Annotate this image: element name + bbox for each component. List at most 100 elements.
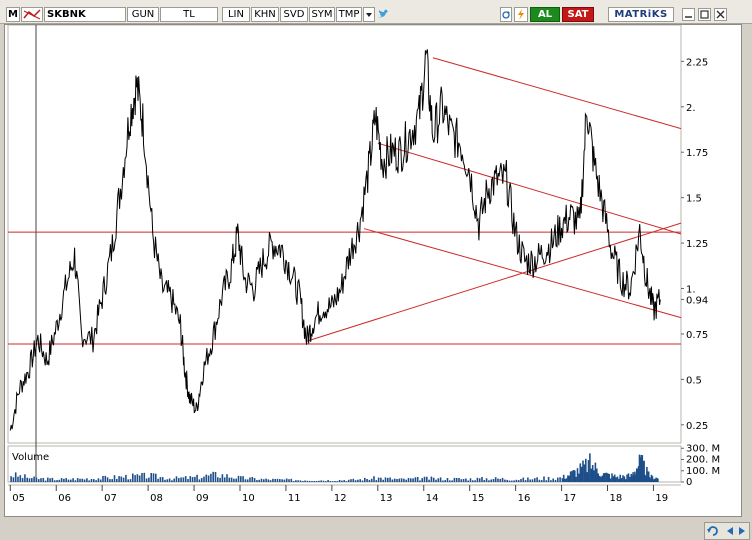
volume-bar xyxy=(33,476,35,482)
scroll-left-icon[interactable] xyxy=(727,527,733,535)
time-tick-label: 12 xyxy=(334,493,347,504)
volume-bar xyxy=(226,474,228,482)
volume-bar xyxy=(304,480,306,482)
khn-button[interactable]: KHN xyxy=(251,7,279,22)
zoom-control[interactable] xyxy=(704,522,750,540)
volume-bar xyxy=(497,478,499,482)
volume-bar xyxy=(159,477,162,482)
volume-bar xyxy=(467,480,469,482)
symbol-field[interactable]: SKBNK xyxy=(44,7,126,22)
price-chart[interactable]: 2.252.1.751.51.251.0.940.750.50.25 05 06 0… xyxy=(5,25,743,518)
volume-bar xyxy=(228,477,231,482)
volume-bar xyxy=(308,480,311,482)
volume-bar xyxy=(393,478,396,482)
volume-bar xyxy=(99,479,102,482)
volume-bar xyxy=(173,478,175,482)
tmp-button[interactable]: TMP xyxy=(336,7,362,22)
time-tick-label: 13 xyxy=(380,493,393,504)
scroll-right-icon[interactable] xyxy=(739,527,745,535)
volume-bar xyxy=(341,480,343,482)
lightning-icon[interactable] xyxy=(514,7,528,22)
volume-bar xyxy=(24,474,26,482)
lin-scale-button[interactable]: LIN xyxy=(222,7,250,22)
volume-bar xyxy=(143,472,146,482)
volume-bar xyxy=(212,471,214,482)
time-tick-label: 15 xyxy=(472,493,485,504)
refresh-icon[interactable] xyxy=(500,7,512,22)
time-tick-label: 19 xyxy=(655,493,668,504)
close-icon[interactable] xyxy=(714,8,727,21)
minimize-icon[interactable] xyxy=(682,8,695,21)
volume-bar xyxy=(237,475,240,482)
buy-button[interactable]: AL xyxy=(530,7,560,22)
volume-bar xyxy=(17,476,19,482)
volume-bar xyxy=(120,476,123,482)
volume-bar xyxy=(396,479,398,482)
volume-bar xyxy=(611,473,613,482)
volume-bar xyxy=(187,479,189,482)
volume-bar xyxy=(129,479,132,482)
volume-bar xyxy=(387,477,389,482)
volume-bar xyxy=(472,480,474,482)
volume-bar xyxy=(347,479,350,482)
volume-bar xyxy=(540,480,543,482)
volume-bar xyxy=(136,474,139,482)
chart-frame[interactable]: 2.25 2. 1.75 1.5 1.25 1. 0.94 0.75 0.5 0.25 05 06 0… xyxy=(4,24,750,540)
volume-bar xyxy=(272,478,274,482)
volume-bar xyxy=(70,479,72,482)
volume-bar xyxy=(242,476,244,482)
currency-button[interactable]: TL xyxy=(160,7,218,22)
period-button[interactable]: GUN xyxy=(127,7,159,22)
volume-bar xyxy=(81,478,84,482)
volume-bar xyxy=(302,481,304,482)
chart-type-icon[interactable] xyxy=(21,7,43,22)
volume-bar xyxy=(423,476,426,482)
maximize-icon[interactable] xyxy=(698,8,711,21)
volume-tick-label: 300. M xyxy=(686,443,720,454)
volume-bar xyxy=(531,479,534,482)
volume-bar xyxy=(576,468,579,482)
volume-bar xyxy=(93,479,95,482)
volume-bar xyxy=(198,479,201,482)
volume-bar xyxy=(338,480,341,482)
volume-bar xyxy=(442,480,444,482)
volume-bar xyxy=(223,477,226,482)
volume-bar xyxy=(292,481,295,482)
volume-bar xyxy=(40,478,42,482)
volume-bar xyxy=(543,476,545,482)
volume-bar xyxy=(527,477,529,482)
volume-bar xyxy=(200,478,203,482)
volume-bar xyxy=(180,477,182,482)
volume-bar xyxy=(538,479,541,482)
sell-button[interactable]: SAT xyxy=(562,7,594,22)
volume-bar xyxy=(446,478,449,482)
volume-bar xyxy=(322,480,325,482)
volume-bar xyxy=(557,477,559,482)
volume-bar xyxy=(623,476,626,482)
menu-m-button[interactable]: M xyxy=(6,7,20,22)
volume-bar xyxy=(175,476,178,482)
volume-bar xyxy=(182,477,185,482)
volume-bar xyxy=(249,477,251,482)
time-tick-label: 09 xyxy=(196,493,209,504)
volume-bar xyxy=(58,479,61,482)
volume-bar xyxy=(256,480,258,482)
volume-bar xyxy=(88,480,90,482)
time-tick-label: 11 xyxy=(288,493,301,504)
svd-button[interactable]: SVD xyxy=(280,7,308,22)
dropdown-arrow-icon[interactable] xyxy=(363,7,375,22)
volume-bar xyxy=(274,479,276,482)
volume-bar xyxy=(283,479,286,482)
volume-bar xyxy=(42,478,45,482)
twitter-bird-icon[interactable] xyxy=(376,7,390,22)
volume-bar xyxy=(458,478,460,482)
volume-bar xyxy=(622,475,624,482)
volume-bar xyxy=(564,478,566,482)
volume-bar xyxy=(627,473,630,482)
volume-bar xyxy=(476,477,479,482)
volume-bar xyxy=(513,480,515,482)
sym-button[interactable]: SYM xyxy=(309,7,335,22)
volume-bar xyxy=(414,477,417,482)
volume-bar xyxy=(246,479,249,482)
refresh-chart-icon[interactable] xyxy=(707,526,718,536)
